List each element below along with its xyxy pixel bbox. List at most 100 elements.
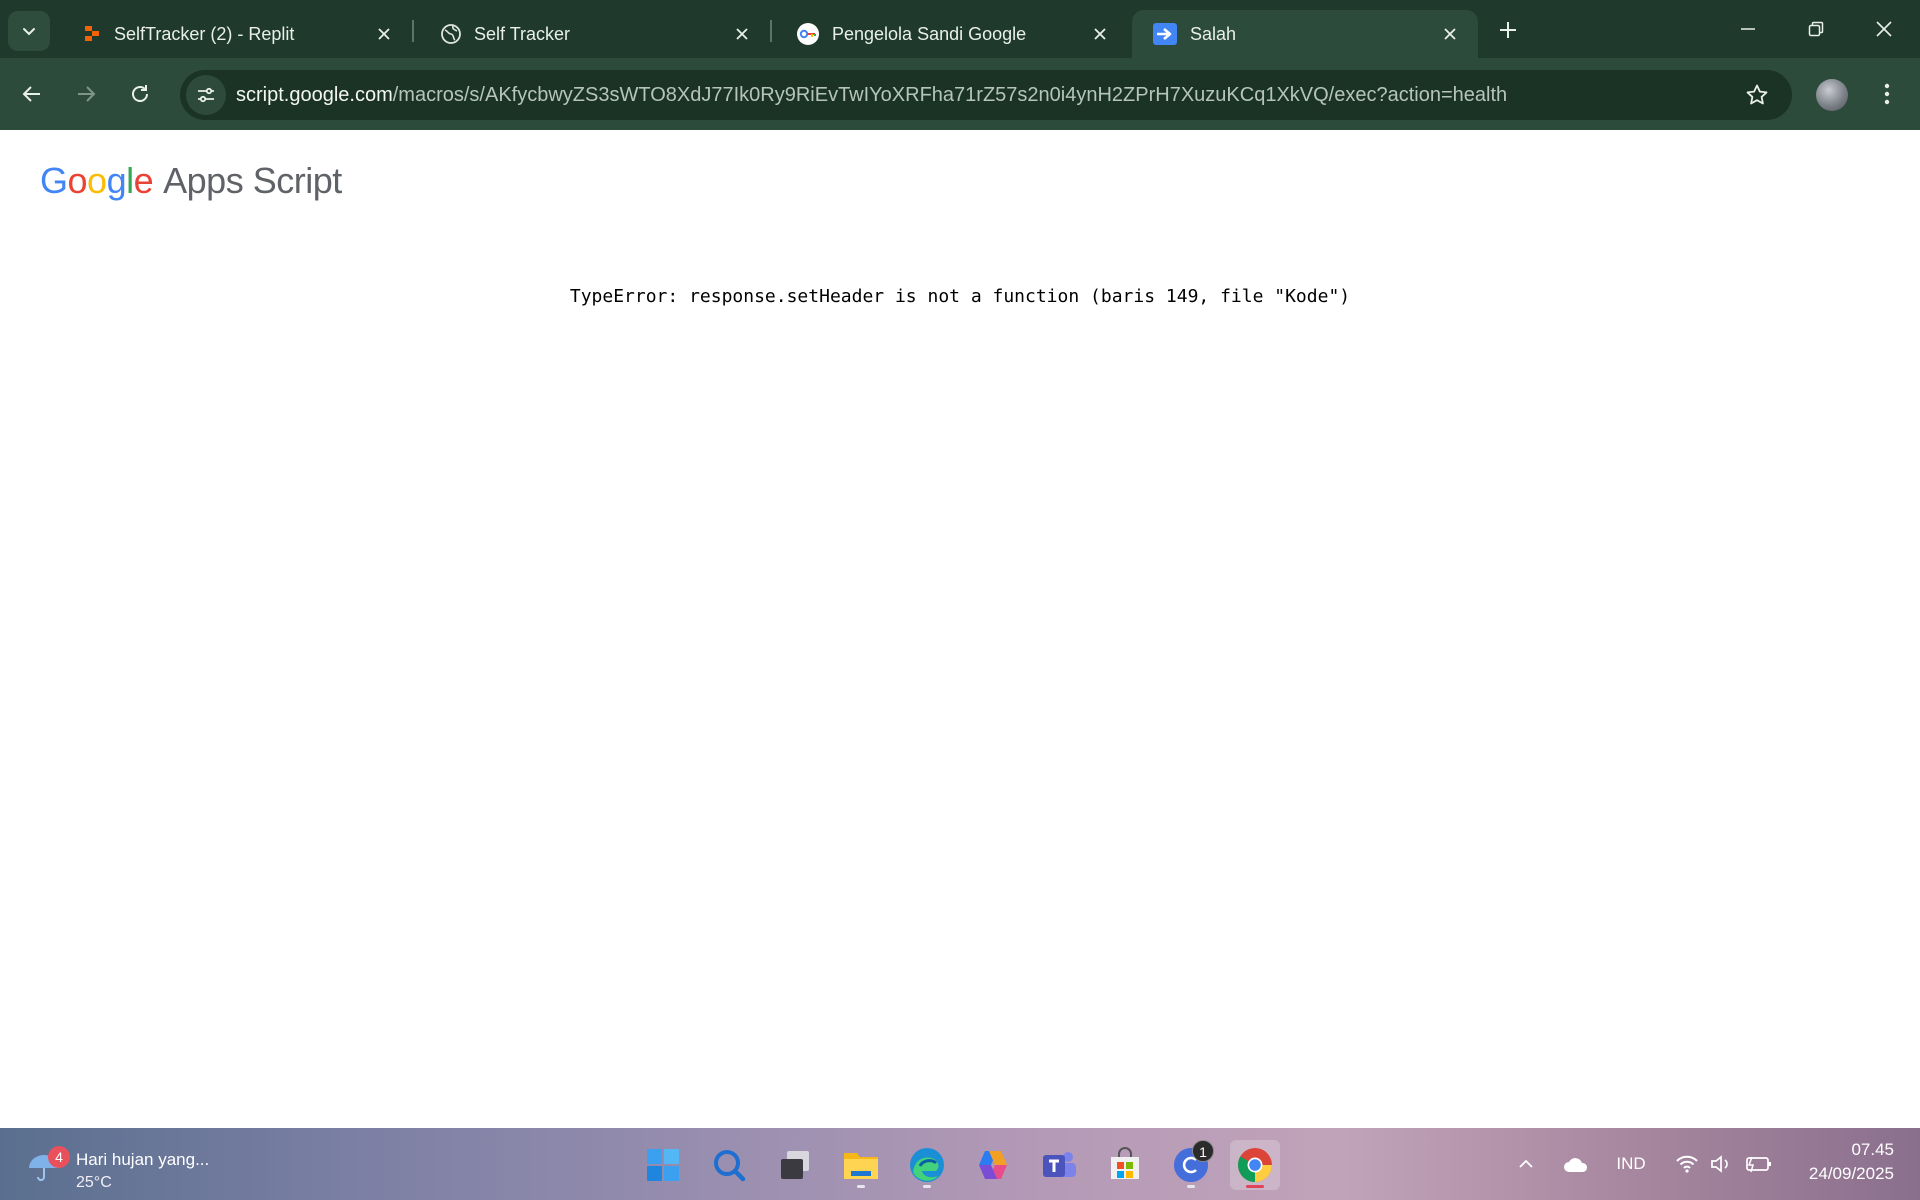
copilot-icon: [979, 1151, 1007, 1179]
copilot-button[interactable]: [968, 1140, 1018, 1190]
chevron-down-icon: [23, 28, 35, 36]
tab-self-tracker[interactable]: Self Tracker: [420, 10, 770, 58]
tab-search-button[interactable]: [8, 11, 50, 51]
close-icon[interactable]: [1436, 20, 1464, 48]
plus-icon: [1500, 22, 1516, 38]
globe-icon: [441, 24, 461, 44]
close-icon[interactable]: [1086, 20, 1114, 48]
start-button[interactable]: [638, 1140, 688, 1190]
minimize-button[interactable]: [1714, 0, 1782, 58]
more-vert-icon: [1884, 83, 1890, 105]
tab-title: Self Tracker: [474, 23, 571, 44]
cloud-icon: [1564, 1158, 1588, 1172]
file-explorer-button[interactable]: [836, 1140, 886, 1190]
apps-script-redirect-icon: [1153, 23, 1177, 45]
close-icon[interactable]: [728, 20, 756, 48]
chevron-up-icon: [1519, 1159, 1533, 1168]
tab-title: Salah: [1190, 23, 1237, 44]
system-clock[interactable]: 07.45 24/09/2025: [1792, 1138, 1894, 1186]
edge-icon: [910, 1148, 944, 1182]
reload-icon: [132, 85, 148, 102]
new-tab-button[interactable]: [1488, 12, 1528, 48]
browser-toolbar: script.google.com/macros/s/AKfycbwyZS3sW…: [0, 58, 1920, 130]
onedrive-button[interactable]: [1558, 1146, 1594, 1182]
notification-badge: 1: [1192, 1140, 1214, 1162]
active-indicator: [1246, 1185, 1264, 1188]
wifi-icon: [1676, 1155, 1698, 1173]
wifi-button[interactable]: [1672, 1146, 1702, 1182]
minimize-icon: [1741, 28, 1755, 30]
tab-separator: [770, 20, 772, 42]
arrow-left-icon: [22, 86, 40, 102]
page-content: Google Apps Script TypeError: response.se…: [0, 130, 1920, 1128]
clock-time: 07.45: [1851, 1140, 1894, 1159]
weather-alert-badge: 4: [48, 1146, 70, 1168]
tab-separator: [412, 20, 414, 42]
canva-button[interactable]: 1: [1166, 1140, 1216, 1190]
running-indicator: [1187, 1185, 1195, 1188]
task-view-icon: [781, 1151, 809, 1179]
taskbar-search-button[interactable]: [704, 1140, 754, 1190]
bookmark-star-button[interactable]: [1740, 78, 1774, 112]
teams-button[interactable]: [1034, 1140, 1084, 1190]
close-icon[interactable]: [370, 20, 398, 48]
reload-button[interactable]: [120, 74, 160, 114]
restore-button[interactable]: [1782, 0, 1850, 58]
chrome-icon: [1238, 1148, 1272, 1182]
battery-button[interactable]: [1742, 1146, 1776, 1182]
close-icon: [1876, 21, 1892, 37]
logo-letter: l: [126, 160, 134, 201]
tab-title: SelfTracker (2) - Replit: [114, 23, 295, 44]
teams-icon: [1043, 1152, 1076, 1177]
running-indicator: [923, 1185, 931, 1188]
volume-button[interactable]: [1706, 1146, 1736, 1182]
volume-icon: [1711, 1155, 1728, 1173]
tab-pengelola-sandi-google[interactable]: Pengelola Sandi Google: [776, 10, 1128, 58]
language-label: IND: [1616, 1154, 1646, 1173]
task-view-button[interactable]: [770, 1140, 820, 1190]
language-indicator[interactable]: IND: [1604, 1146, 1658, 1182]
search-icon: [714, 1150, 746, 1182]
browser-titlebar: SelfTracker (2) - Replit Self Tracker Pe…: [0, 0, 1920, 58]
edge-button[interactable]: [902, 1140, 952, 1190]
weather-title: Hari hujan yang...: [76, 1150, 210, 1169]
google-apps-script-logo[interactable]: Google Apps Script: [40, 160, 342, 202]
clock-date: 24/09/2025: [1808, 1164, 1894, 1183]
browser-menu-button[interactable]: [1872, 74, 1902, 114]
tab-selftracker-replit[interactable]: SelfTracker (2) - Replit: [62, 10, 412, 58]
logo-letter: o: [67, 160, 88, 201]
address-bar[interactable]: script.google.com/macros/s/AKfycbwyZS3sW…: [180, 70, 1792, 120]
tab-salah[interactable]: Salah: [1132, 10, 1478, 58]
start-icon: [647, 1149, 679, 1181]
weather-widget[interactable]: 4 Hari hujan yang... 25°C: [26, 1138, 246, 1191]
windows-taskbar: 4 Hari hujan yang... 25°C 1 IND 07.45 24…: [0, 1128, 1920, 1200]
weather-temperature: 25°C: [76, 1174, 112, 1191]
url-text[interactable]: script.google.com/macros/s/AKfycbwyZS3sW…: [236, 84, 1507, 107]
profile-avatar[interactable]: [1816, 79, 1848, 111]
file-explorer-icon: [844, 1153, 878, 1179]
close-window-button[interactable]: [1850, 0, 1918, 58]
google-password-manager-icon: [797, 23, 819, 45]
store-button[interactable]: [1100, 1140, 1150, 1190]
url-domain: script.google.com: [236, 83, 393, 106]
logo-letter: o: [87, 160, 107, 201]
show-hidden-icons-button[interactable]: [1512, 1146, 1540, 1182]
site-info-button[interactable]: [186, 75, 226, 115]
back-button[interactable]: [12, 74, 52, 114]
logo-letter: g: [106, 160, 127, 201]
restore-icon: [1808, 21, 1824, 37]
star-icon: [1746, 84, 1768, 105]
tab-title: Pengelola Sandi Google: [832, 23, 1027, 44]
replit-icon: [85, 26, 99, 41]
running-indicator: [857, 1185, 865, 1188]
arrow-right-icon: [78, 86, 96, 102]
battery-charging-icon: [1746, 1156, 1771, 1173]
logo-letter: G: [40, 160, 68, 201]
url-path: /macros/s/AKfycbwyZS3sWTO8XdJ77Ik0Ry9RiE…: [392, 83, 1508, 106]
forward-button[interactable]: [66, 74, 106, 114]
tune-icon: [198, 87, 214, 103]
logo-product-name: Apps Script: [163, 160, 342, 201]
error-message: TypeError: response.setHeader is not a f…: [569, 286, 1351, 307]
store-icon: [1111, 1147, 1139, 1179]
chrome-button[interactable]: [1230, 1140, 1280, 1190]
